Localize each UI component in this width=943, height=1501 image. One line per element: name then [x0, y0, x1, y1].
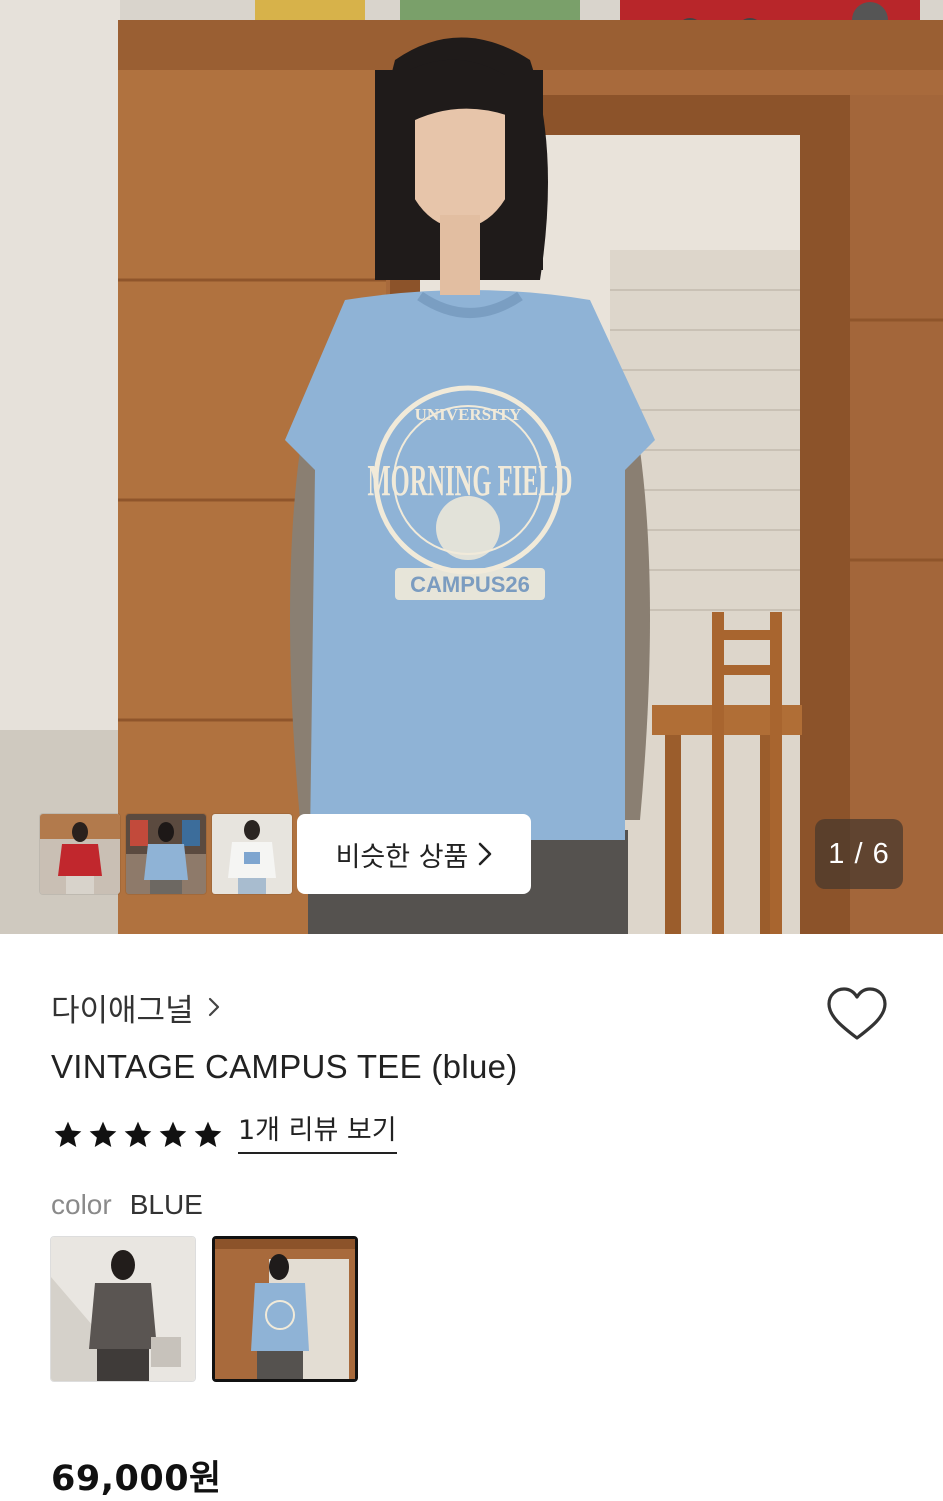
color-swatch-grey[interactable] [50, 1236, 196, 1382]
thumbnail-blue-tee[interactable] [126, 814, 206, 894]
color-label: color [51, 1189, 112, 1220]
selected-color-value: BLUE [129, 1189, 203, 1220]
brand-name: 다이애그널 [51, 993, 194, 1029]
brand-link[interactable]: 다이애그널 [51, 985, 220, 1030]
chevron-right-icon [478, 842, 492, 866]
color-selector-header: color BLUE [51, 1189, 203, 1221]
star-filled-icon [89, 1121, 117, 1147]
color-swatches [50, 1236, 358, 1382]
thumbnail-white-tee[interactable] [212, 814, 292, 894]
color-swatch-blue[interactable] [212, 1236, 358, 1382]
similar-products-button[interactable]: 비슷한 상품 [297, 814, 531, 894]
image-counter: 1 / 6 [815, 819, 903, 889]
chevron-right-icon [208, 990, 220, 1026]
rating-stars [52, 1119, 224, 1151]
wishlist-heart-button[interactable] [826, 986, 888, 1042]
hero-photo [0, 0, 943, 934]
similar-products-label: 비슷한 상품 [335, 841, 469, 873]
star-filled-icon [159, 1121, 187, 1147]
product-title: VINTAGE CAMPUS TEE (blue) [51, 1048, 518, 1085]
product-price: 69,000원 [51, 1459, 222, 1499]
star-filled-icon [54, 1121, 82, 1147]
thumbnail-red-tee[interactable] [40, 814, 120, 894]
star-filled-icon [194, 1121, 222, 1147]
gallery-thumbnails [40, 814, 292, 894]
star-filled-icon [124, 1121, 152, 1147]
rating-row: 1개 리뷰 보기 [52, 1116, 397, 1154]
product-hero-image[interactable]: UNIVERSITY MORNING FIELD CAMPUS26 비슷한 상품… [0, 0, 943, 934]
heart-outline-icon [827, 987, 887, 1040]
review-link[interactable]: 1개 리뷰 보기 [238, 1116, 397, 1154]
